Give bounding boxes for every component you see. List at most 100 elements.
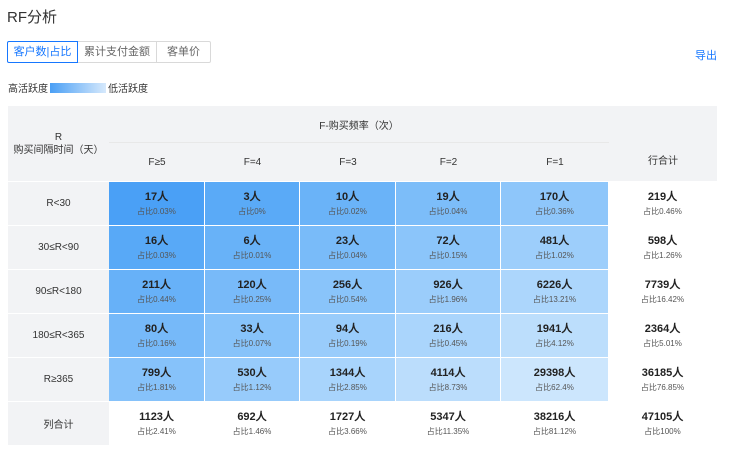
cell-count: 170人 xyxy=(539,190,570,203)
f-header: F-购买频率（次） xyxy=(109,106,609,143)
cell-count: 94人 xyxy=(335,322,360,335)
legend-high-label: 高活跃度 xyxy=(8,84,48,95)
row-label: 90≤R<180 xyxy=(8,269,109,313)
rf-cell[interactable]: 530人 占比1.12% xyxy=(205,357,300,401)
rf-cell[interactable]: 926人 占比1.96% xyxy=(396,269,501,313)
row-total-cell[interactable]: 598人 占比1.26% xyxy=(609,225,717,269)
rf-cell[interactable]: 1941人占比4.12% xyxy=(501,313,609,357)
tab-customer-count[interactable]: 客户数|占比 xyxy=(7,41,78,63)
rf-cell[interactable]: 23人 占比0.04% xyxy=(300,225,396,269)
rf-cell[interactable]: 256人 占比0.54% xyxy=(300,269,396,313)
cell-percent: 占比1.46% xyxy=(232,426,272,436)
rf-cell[interactable]: 19人 占比0.04% xyxy=(396,181,501,225)
rf-cell[interactable]: 1344人占比2.85% xyxy=(300,357,396,401)
cell-count: 38216人 xyxy=(533,410,576,423)
cell-percent: 占比76.85% xyxy=(640,382,685,392)
cell-percent: 占比62.4% xyxy=(535,382,574,392)
cell-percent: 占比2.85% xyxy=(328,382,367,392)
row-total-header: 行合计 xyxy=(609,106,717,181)
column-total-cell[interactable]: 1123人 占比2.41% xyxy=(109,401,205,445)
tab-average-order-value[interactable]: 客单价 xyxy=(157,41,211,63)
rf-cell[interactable]: 170人占比0.36% xyxy=(501,181,609,225)
cell-percent: 占比1.26% xyxy=(643,250,682,260)
rf-cell[interactable]: 80人 占比0.16% xyxy=(109,313,205,357)
cell-percent: 占比0.01% xyxy=(232,250,272,260)
rf-cell[interactable]: 211人占比0.44% xyxy=(109,269,205,313)
cell-count: 17人 xyxy=(144,190,169,203)
cell-count: 5347人 xyxy=(430,410,466,423)
export-link[interactable]: 导出 xyxy=(695,47,717,63)
column-total-cell[interactable]: 38216人 占比81.12% xyxy=(501,401,609,445)
r-header-title: R xyxy=(54,131,63,143)
cell-percent: 占比1.96% xyxy=(428,294,468,304)
activity-legend: 高活跃度 低活跃度 xyxy=(8,80,148,95)
f-column-header: F=2 xyxy=(396,143,501,181)
cell-percent: 占比0.07% xyxy=(232,338,272,348)
cell-percent: 占比1.12% xyxy=(232,382,272,392)
cell-percent: 占比0.19% xyxy=(328,338,367,348)
rf-cell[interactable]: 481人占比1.02% xyxy=(501,225,609,269)
cell-percent: 占比81.12% xyxy=(532,426,577,436)
rf-cell[interactable]: 10人占比0.02% xyxy=(300,181,396,225)
column-total-label: 列合计 xyxy=(8,401,109,445)
cell-percent: 占比1.81% xyxy=(137,382,176,392)
rf-cell[interactable]: 799人占比1.81% xyxy=(109,357,205,401)
grand-total-cell[interactable]: 47105人 占比100% xyxy=(609,401,717,445)
cell-count: 16人 xyxy=(144,234,169,247)
cell-count: 692人 xyxy=(237,410,267,423)
rf-cell[interactable]: 33人占比0.07% xyxy=(205,313,300,357)
rf-cell[interactable]: 6人 占比0.01% xyxy=(205,225,300,269)
rf-grid: R 购买间隔时间（天） F-购买频率（次） 行合计 F≥5 F=4 F=3 F=… xyxy=(8,106,717,445)
rf-cell[interactable]: 6226人占比13.21% xyxy=(501,269,609,313)
cell-count: 211人 xyxy=(142,278,171,291)
cell-count: 1941人 xyxy=(536,322,573,335)
cell-percent: 占比0.04% xyxy=(428,206,468,216)
cell-percent: 占比5.01% xyxy=(643,338,682,348)
rf-table: R 购买间隔时间（天） F-购买频率（次） 行合计 F≥5 F=4 F=3 F=… xyxy=(8,106,717,445)
cell-count: 1727人 xyxy=(329,410,366,423)
rf-cell[interactable]: 17人占比0.03% xyxy=(109,181,205,225)
column-total-cell[interactable]: 692人占比1.46% xyxy=(205,401,300,445)
rf-cell[interactable]: 216人 占比0.45% xyxy=(396,313,501,357)
cell-percent: 占比13.21% xyxy=(532,294,577,304)
row-label: 180≤R<365 xyxy=(8,313,109,357)
rf-cell[interactable]: 16人 占比0.03% xyxy=(109,225,205,269)
cell-percent: 占比0.02% xyxy=(328,206,367,216)
rf-cell[interactable]: 29398人 占比62.4% xyxy=(501,357,609,401)
column-total-cell[interactable]: 5347人 占比11.35% xyxy=(396,401,501,445)
row-total-cell[interactable]: 2364人 占比5.01% xyxy=(609,313,717,357)
cell-count: 10人 xyxy=(335,190,360,203)
cell-percent: 占比0.46% xyxy=(643,206,682,216)
cell-percent: 占比1.02% xyxy=(535,250,574,260)
cell-count: 799人 xyxy=(141,366,172,379)
cell-percent: 占比0.44% xyxy=(137,294,176,304)
cell-count: 1344人 xyxy=(329,366,366,379)
cell-percent: 占比0.45% xyxy=(428,338,468,348)
rf-cell[interactable]: 4114人 占比8.73% xyxy=(396,357,501,401)
cell-count: 47105人 xyxy=(641,410,684,423)
row-total-cell[interactable]: 7739人 占比16.42% xyxy=(609,269,717,313)
tab-cumulative-payment[interactable]: 累计支付金额 xyxy=(78,41,157,63)
rf-cell[interactable]: 3人 占比0% xyxy=(205,181,300,225)
rf-cell[interactable]: 94人占比0.19% xyxy=(300,313,396,357)
cell-count: 4114人 xyxy=(430,366,466,379)
rf-cell[interactable]: 72人 占比0.15% xyxy=(396,225,501,269)
cell-count: 219人 xyxy=(647,190,678,203)
cell-percent: 占比0.03% xyxy=(137,206,176,216)
cell-count: 7739人 xyxy=(644,278,681,291)
metric-tabs: 客户数|占比 累计支付金额 客单价 xyxy=(7,41,211,63)
cell-count: 33人 xyxy=(240,322,264,335)
row-total-cell[interactable]: 36185人 占比76.85% xyxy=(609,357,717,401)
cell-percent: 占比0.36% xyxy=(535,206,574,216)
rf-cell[interactable]: 120人 占比0.25% xyxy=(205,269,300,313)
row-total-cell[interactable]: 219人占比0.46% xyxy=(609,181,717,225)
cell-percent: 占比4.12% xyxy=(535,338,574,348)
f-column-header: F=3 xyxy=(300,143,396,181)
cell-count: 6226人 xyxy=(536,278,573,291)
column-total-cell[interactable]: 1727人 占比3.66% xyxy=(300,401,396,445)
cell-percent: 占比0.54% xyxy=(328,294,367,304)
cell-count: 481人 xyxy=(539,234,570,247)
cell-percent: 占比2.41% xyxy=(137,426,176,436)
row-label: R<30 xyxy=(8,181,109,225)
cell-count: 23人 xyxy=(335,234,360,247)
